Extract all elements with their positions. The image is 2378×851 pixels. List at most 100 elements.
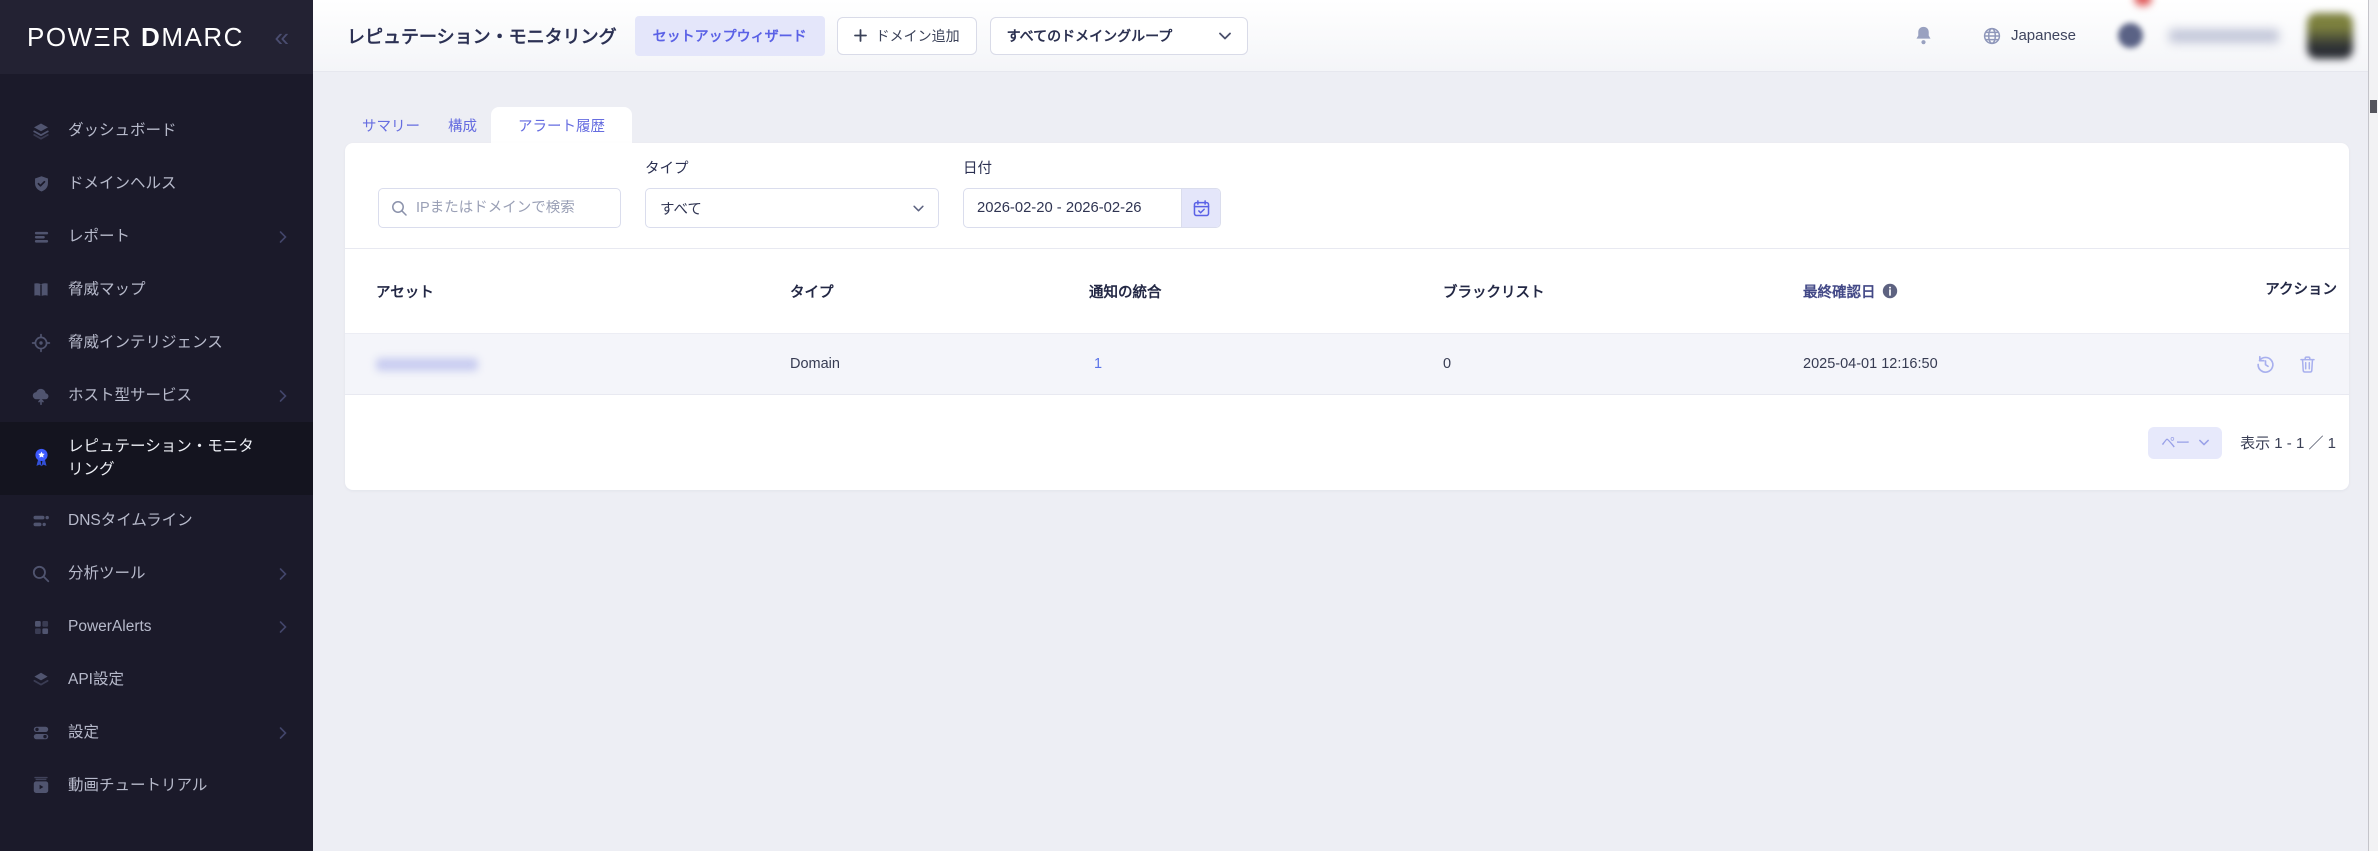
history-icon[interactable] [2255,354,2276,375]
table-row: Domain 1 0 2025-04-01 12:16:50 [345,333,2349,395]
cell-blacklists: 0 [1443,356,1452,372]
powerdmarc-logo: POWΞR DMARC [27,21,244,52]
type-filter-select[interactable]: すべて [645,188,939,228]
tab-configuration[interactable]: 構成 [434,107,491,143]
topbar: レピュテーション・モニタリング セットアップウィザード ドメイン追加 すべてのド… [313,0,2368,72]
threat-map-icon [30,280,52,300]
cell-type: Domain [790,356,840,372]
row-actions [2255,334,2317,394]
date-filter-label: 日付 [963,161,992,177]
globe-icon [1982,26,2002,46]
search-box [378,188,621,228]
sidebar-item-settings[interactable]: 設定 [0,707,313,760]
sidebar-item-threat-intelligence[interactable]: 脅威インテリジェンス [0,316,313,369]
reports-icon [30,227,52,247]
sidebar-item-api-settings[interactable]: API設定 [0,654,313,707]
sidebar-item-hosted-services[interactable]: ホスト型サービス [0,369,313,422]
cell-notification-integrations[interactable]: 1 [1094,334,1102,394]
col-type: タイプ [790,284,834,301]
date-range-picker: 2026-02-20 - 2026-02-26 [963,188,1221,228]
sidebar-item-dashboard[interactable]: ダッシュボード [0,104,313,157]
col-last-checked[interactable]: 最終確認日 [1803,249,1898,333]
logo-e-glyph: Ξ [93,21,113,52]
chevron-right-icon [279,230,287,243]
domain-group-value: すべてのドメイングループ [1006,27,1173,44]
user-name-redacted [2169,28,2279,43]
calendar-button[interactable] [1181,189,1220,227]
language-label: Japanese [2010,27,2076,44]
video-tutorials-icon [30,776,52,796]
sidebar-item-dns-timeline[interactable]: DNSタイムライン [0,495,313,548]
chevron-down-icon [1218,32,1231,40]
settings-icon [30,723,52,743]
sidebar-item-domain-health[interactable]: ドメインヘルス [0,157,313,210]
chevron-right-icon [279,389,287,402]
col-actions: アクション [2265,282,2337,299]
setup-wizard-button[interactable]: セットアップウィザード [634,15,825,56]
table-footer: ペー 表示 1 - 1 ／ 1 [345,395,2349,490]
chevron-right-icon [279,568,287,581]
alert-history-card: タイプ すべて 日付 2026-02-20 - 2026-02-26 アセット … [345,143,2349,490]
type-filter-value: すべて [660,201,702,218]
tab-alert-history[interactable]: アラート履歴 [491,107,632,143]
table-header-row: アセット タイプ 通知の統合 ブラックリスト 最終確認日 アクション [345,248,2349,333]
api-settings-icon [30,670,52,690]
trash-icon[interactable] [2298,354,2317,375]
app-root: POWΞR DMARC « ダッシュボード ドメインヘルス レポート 脅威マップ [0,0,2378,851]
sidebar-logo-area: POWΞR DMARC « [0,0,313,74]
chevron-down-icon [2199,439,2210,446]
type-filter-label: タイプ [645,161,689,177]
poweralerts-icon [30,618,52,637]
sidebar-item-threat-map[interactable]: 脅威マップ [0,263,313,316]
add-domain-button[interactable]: ドメイン追加 [836,16,977,55]
topbar-right: Japanese [1913,0,2353,59]
chevron-right-icon [279,727,287,740]
sidebar: POWΞR DMARC « ダッシュボード ドメインヘルス レポート 脅威マップ [0,0,313,851]
scrollbar-thumb[interactable] [2370,100,2377,113]
calendar-icon [1192,199,1211,218]
main-area: レピュテーション・モニタリング セットアップウィザード ドメイン追加 すべてのド… [313,0,2368,851]
logo-d-glyph: D [141,21,162,52]
sidebar-item-reputation-monitoring[interactable]: レピュテーション・モニタリング [0,422,313,495]
avatar[interactable] [2307,12,2353,59]
plus-icon [853,29,867,42]
col-blacklists: ブラックリスト [1443,284,1545,301]
info-icon[interactable] [1882,283,1898,299]
reputation-monitoring-icon [30,447,52,469]
logo-text: POW [27,21,94,52]
domain-health-icon [30,174,52,194]
dns-timeline-icon [30,511,52,531]
hosted-services-icon [30,386,52,406]
cell-asset[interactable] [376,334,478,394]
user-mini-icon [2118,23,2143,48]
sidebar-collapse-icon[interactable]: « [275,24,289,50]
chevron-down-icon [913,205,924,212]
sidebar-item-video-tutorials[interactable]: 動画チュートリアル [0,760,313,813]
user-cluster[interactable] [2118,0,2353,59]
notification-count-badge [2134,0,2152,6]
search-input[interactable] [416,200,608,216]
vertical-scrollbar[interactable] [2368,0,2378,851]
page-title: レピュテーション・モニタリング [347,26,617,47]
threat-intelligence-icon [30,333,52,353]
analysis-tools-icon [30,564,52,584]
pagination-summary: 表示 1 - 1 ／ 1 [2240,435,2336,452]
content-area: サマリー 構成 アラート履歴 タイプ すべて 日付 2026-02-20 - 2… [313,72,2368,851]
sidebar-item-analysis-tools[interactable]: 分析ツール [0,548,313,601]
domain-group-select[interactable]: すべてのドメイングループ [989,16,1248,55]
notifications-bell-icon[interactable] [1913,25,1934,47]
sidebar-item-poweralerts[interactable]: PowerAlerts [0,601,313,654]
date-range-value[interactable]: 2026-02-20 - 2026-02-26 [964,189,1181,227]
search-icon [391,200,407,216]
tab-summary[interactable]: サマリー [348,107,434,143]
chevron-right-icon [279,621,287,634]
dashboard-icon [30,121,52,141]
language-switcher[interactable]: Japanese [1982,26,2076,46]
page-size-select[interactable]: ペー [2148,426,2223,459]
col-notification-integrations: 通知の統合 [1089,284,1162,301]
cell-last-checked: 2025-04-01 12:16:50 [1803,356,1938,372]
tab-bar: サマリー 構成 アラート履歴 [348,107,2368,143]
col-asset: アセット [376,284,434,301]
asset-redacted [376,357,478,371]
sidebar-item-reports[interactable]: レポート [0,210,313,263]
